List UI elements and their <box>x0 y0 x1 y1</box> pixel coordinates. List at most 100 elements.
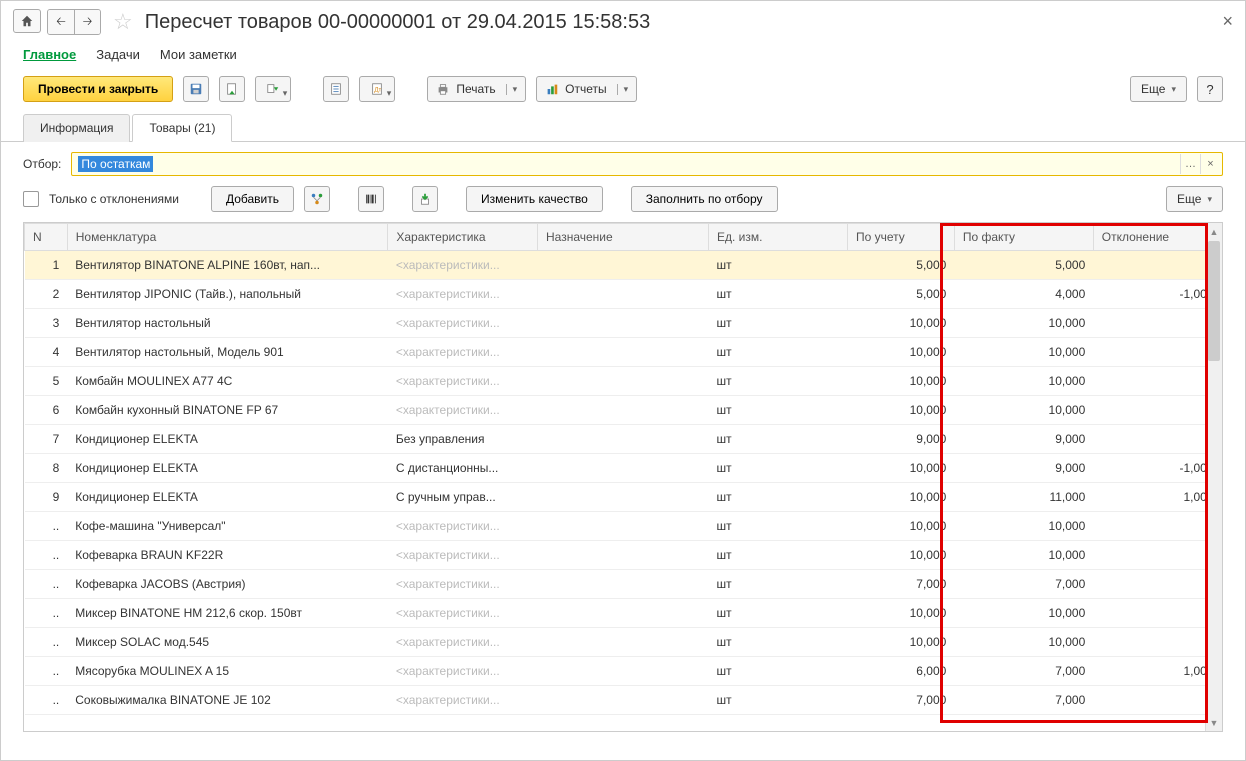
cell-actual: 7,000 <box>954 570 1093 599</box>
cell-purpose <box>538 628 709 657</box>
nav-tab-main[interactable]: Главное <box>23 47 76 62</box>
cell-purpose <box>538 454 709 483</box>
cell-actual: 10,000 <box>954 512 1093 541</box>
col-header-deviation[interactable]: Отклонение <box>1093 224 1221 251</box>
cell-purpose <box>538 338 709 367</box>
scroll-thumb[interactable] <box>1208 241 1220 361</box>
cell-actual: 9,000 <box>954 454 1093 483</box>
load-button[interactable] <box>412 186 438 212</box>
table-row[interactable]: 5Комбайн MOULINEX A77 4C<характеристики.… <box>25 367 1222 396</box>
table-row[interactable]: ..Кофе-машина "Универсал"<характеристики… <box>25 512 1222 541</box>
cell-accounted: 5,000 <box>847 280 954 309</box>
cell-n: 5 <box>25 367 68 396</box>
col-header-actual[interactable]: По факту <box>954 224 1093 251</box>
home-button[interactable] <box>13 9 41 33</box>
cell-nomenclature: Вентилятор JIPONIC (Тайв.), напольный <box>67 280 388 309</box>
cell-n: .. <box>25 599 68 628</box>
only-deviations-label: Только с отклонениями <box>49 192 179 206</box>
col-header-accounted[interactable]: По учету <box>847 224 954 251</box>
cell-nomenclature: Кофеварка BRAUN KF22R <box>67 541 388 570</box>
cell-characteristic: <характеристики... <box>388 628 538 657</box>
table-row[interactable]: ..Соковыжималка BINATONE JE 102<характер… <box>25 686 1222 715</box>
cell-accounted: 7,000 <box>847 686 954 715</box>
table-row[interactable]: ..Кофеварка JACOBS (Австрия)<характерист… <box>25 570 1222 599</box>
post-button[interactable] <box>219 76 245 102</box>
table-row[interactable]: 3Вентилятор настольный<характеристики...… <box>25 309 1222 338</box>
table-row[interactable]: 4Вентилятор настольный, Модель 901<харак… <box>25 338 1222 367</box>
table-row[interactable]: ..Миксер BINATONE HM 212,6 скор. 150вт<х… <box>25 599 1222 628</box>
cell-accounted: 5,000 <box>847 251 954 280</box>
cell-unit: шт <box>709 338 848 367</box>
back-button[interactable]: 🡠 <box>48 10 74 34</box>
table-scrollbar[interactable]: ▲ ▼ <box>1205 223 1222 731</box>
cell-deviation <box>1093 338 1221 367</box>
nav-tab-tasks[interactable]: Задачи <box>96 47 140 62</box>
col-header-characteristic[interactable]: Характеристика <box>388 224 538 251</box>
cell-actual: 10,000 <box>954 367 1093 396</box>
cell-unit: шт <box>709 657 848 686</box>
scroll-down-button[interactable]: ▼ <box>1206 714 1222 731</box>
scroll-up-button[interactable]: ▲ <box>1206 223 1222 240</box>
table-row[interactable]: 9Кондиционер ELEKTAС ручным управ...шт10… <box>25 483 1222 512</box>
print-button[interactable]: Печать ▾ <box>427 76 526 102</box>
only-deviations-checkbox[interactable] <box>23 191 39 207</box>
table-row[interactable]: ..Мясорубка MOULINEX A 15<характеристики… <box>25 657 1222 686</box>
forward-button[interactable]: 🡢 <box>74 10 100 34</box>
change-quality-button[interactable]: Изменить качество <box>466 186 603 212</box>
hierarchy-button[interactable] <box>304 186 330 212</box>
cell-unit: шт <box>709 599 848 628</box>
cell-purpose <box>538 309 709 338</box>
cell-deviation <box>1093 686 1221 715</box>
table-row[interactable]: 1Вентилятор BINATONE ALPINE 160вт, нап..… <box>25 251 1222 280</box>
col-header-n[interactable]: N <box>25 224 68 251</box>
cell-deviation: 1,000 <box>1093 657 1221 686</box>
subtab-goods[interactable]: Товары (21) <box>132 114 232 142</box>
col-header-unit[interactable]: Ед. изм. <box>709 224 848 251</box>
cell-nomenclature: Комбайн кухонный BINATONE FP 67 <box>67 396 388 425</box>
fill-by-filter-button[interactable]: Заполнить по отбору <box>631 186 778 212</box>
cell-unit: шт <box>709 309 848 338</box>
save-button[interactable] <box>183 76 209 102</box>
actions-more-button[interactable]: Еще▾ <box>1166 186 1223 212</box>
help-button[interactable]: ? <box>1197 76 1223 102</box>
cell-nomenclature: Кондиционер ELEKTA <box>67 425 388 454</box>
cell-deviation <box>1093 396 1221 425</box>
cell-accounted: 6,000 <box>847 657 954 686</box>
reports-button[interactable]: Отчеты ▾ <box>536 76 637 102</box>
filter-value: По остаткам <box>78 156 153 172</box>
cell-n: 2 <box>25 280 68 309</box>
subtab-info[interactable]: Информация <box>23 114 130 142</box>
list-button[interactable] <box>323 76 349 102</box>
filter-select-button[interactable]: … <box>1180 154 1200 174</box>
cell-characteristic: <характеристики... <box>388 657 538 686</box>
filter-clear-button[interactable]: × <box>1200 154 1220 174</box>
submit-close-button[interactable]: Провести и закрыть <box>23 76 173 102</box>
cell-nomenclature: Соковыжималка BINATONE JE 102 <box>67 686 388 715</box>
table-row[interactable]: 2Вентилятор JIPONIC (Тайв.), напольный<х… <box>25 280 1222 309</box>
table-row[interactable]: 6Комбайн кухонный BINATONE FP 67<характе… <box>25 396 1222 425</box>
cell-n: 4 <box>25 338 68 367</box>
svg-text:Дт: Дт <box>375 87 382 94</box>
col-header-purpose[interactable]: Назначение <box>538 224 709 251</box>
cell-n: 1 <box>25 251 68 280</box>
col-header-nomenclature[interactable]: Номенклатура <box>67 224 388 251</box>
add-button[interactable]: Добавить <box>211 186 294 212</box>
dt-button[interactable]: Дт <box>359 76 395 102</box>
toolbar: Провести и закрыть Дт Печать ▾ Отчеты ▾ <box>1 72 1245 114</box>
close-button[interactable]: × <box>1222 11 1233 32</box>
filter-input[interactable]: По остаткам … × <box>71 152 1223 176</box>
table-row[interactable]: 7Кондиционер ELEKTAБез управленияшт9,000… <box>25 425 1222 454</box>
table-row[interactable]: ..Миксер SOLAC мод.545<характеристики...… <box>25 628 1222 657</box>
nav-tab-notes[interactable]: Мои заметки <box>160 47 237 62</box>
cell-nomenclature: Кондиционер ELEKTA <box>67 483 388 512</box>
cell-characteristic: Без управления <box>388 425 538 454</box>
cell-n: .. <box>25 628 68 657</box>
table-row[interactable]: 8Кондиционер ELEKTAС дистанционны...шт10… <box>25 454 1222 483</box>
cell-accounted: 10,000 <box>847 338 954 367</box>
toolbar-more-button[interactable]: Еще▾ <box>1130 76 1187 102</box>
favorite-icon[interactable]: ☆ <box>113 9 133 35</box>
table-row[interactable]: ..Кофеварка BRAUN KF22R<характеристики..… <box>25 541 1222 570</box>
barcode-button[interactable] <box>358 186 384 212</box>
based-on-button[interactable] <box>255 76 291 102</box>
cell-purpose <box>538 396 709 425</box>
